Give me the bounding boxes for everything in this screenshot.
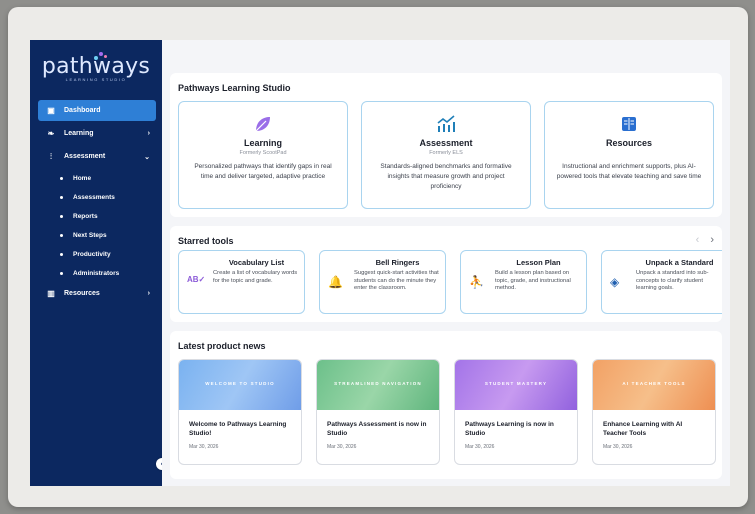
tool-card-unpack-a-standard[interactable]: Unpack a Standard ◈ Unpack a standard in…: [601, 250, 722, 314]
studio-panel: Pathways Learning Studio Learning Former…: [170, 73, 722, 217]
brand-logo[interactable]: pathways LEARNING STUDIO: [30, 48, 162, 82]
news-banner-image: WELCOME TO STUDIO: [179, 360, 301, 410]
news-banner-text: STREAMLINED NAVIGATION: [334, 381, 422, 386]
resources-card[interactable]: Resources Instructional and enrichment s…: [544, 101, 714, 209]
news-banner-text: WELCOME TO STUDIO: [205, 381, 275, 386]
news-date: Mar 30, 2026: [465, 444, 495, 450]
tool-description: Build a lesson plan based on topic, grad…: [495, 270, 571, 291]
sidebar: pathways LEARNING STUDIO ▣ Dashboard ❧ L…: [30, 40, 162, 486]
tool-card-vocabulary-list[interactable]: Vocabulary List AB✓ Create a list of voc…: [178, 250, 305, 314]
sidebar-item-assessment[interactable]: ⫶ Assessment ⌄: [38, 146, 156, 167]
news-card[interactable]: STUDENT MASTERY Pathways Learning is now…: [454, 359, 578, 465]
news-card[interactable]: WELCOME TO STUDIO Welcome to Pathways Le…: [178, 359, 302, 465]
bullet-icon: [60, 253, 63, 256]
tool-description: Create a list of vocabulary words for th…: [213, 270, 298, 284]
news-title: Welcome to Pathways Learning Studio!: [189, 421, 287, 437]
sidebar-item-label: Assessment: [64, 153, 106, 160]
bell-icon: 🔔: [328, 275, 343, 289]
news-banner-image: STREAMLINED NAVIGATION: [317, 360, 439, 410]
card-title: Resources: [605, 138, 653, 148]
sidebar-subitem-label: Home: [73, 175, 92, 182]
bullet-icon: [60, 215, 63, 218]
sidebar-item-label: Resources: [64, 290, 100, 297]
sidebar-item-resources[interactable]: ▥ Resources ›: [38, 283, 156, 304]
bullet-icon: [60, 272, 63, 275]
sidebar-subitem-reports[interactable]: Reports: [38, 207, 156, 226]
sidebar-subitem-label: Administrators: [73, 270, 120, 277]
learning-card[interactable]: Learning Formerly ScootPad Personalized …: [178, 101, 348, 209]
tool-description: Suggest quick-start activities that stud…: [354, 270, 439, 291]
section-title: Latest product news: [178, 341, 266, 351]
tool-card-bell-ringers[interactable]: Bell Ringers 🔔 Suggest quick-start activ…: [319, 250, 446, 314]
box-icon: ◈: [610, 275, 620, 289]
carousel-controls: ‹ ›: [688, 234, 714, 246]
card-subtitle: Formerly ScootPad: [239, 150, 287, 156]
vocabulary-icon: AB✓: [187, 275, 206, 284]
chart-icon: [362, 114, 530, 136]
bullet-icon: [60, 196, 63, 199]
section-title: Pathways Learning Studio: [178, 83, 291, 93]
teacher-icon: ⛹: [469, 275, 484, 289]
tool-title: Lesson Plan: [516, 258, 561, 267]
book-icon: [545, 114, 713, 136]
sidebar-item-dashboard[interactable]: ▣ Dashboard: [38, 100, 156, 121]
chevron-right-icon[interactable]: ›: [710, 234, 714, 246]
tool-description: Unpack a standard into sub-concepts to c…: [636, 270, 709, 291]
news-title: Enhance Learning with AI Teacher Tools: [603, 421, 683, 437]
chevron-right-icon: ›: [147, 290, 150, 297]
tool-title: Unpack a Standard: [645, 258, 714, 267]
section-title: Starred tools: [178, 236, 234, 246]
leaf-icon: ❧: [47, 129, 55, 138]
starred-tools-panel: Starred tools ‹ › Vocabulary List AB✓ Cr…: [170, 226, 722, 322]
sidebar-subitem-productivity[interactable]: Productivity: [38, 245, 156, 264]
sidebar-subitem-label: Reports: [73, 213, 98, 220]
dashboard-icon: ▣: [47, 106, 55, 115]
sidebar-item-learning[interactable]: ❧ Learning ›: [38, 123, 156, 144]
leaf-icon: [179, 114, 347, 136]
sidebar-subitem-assessments[interactable]: Assessments: [38, 188, 156, 207]
book-icon: ▥: [47, 289, 55, 298]
sidebar-nav: ▣ Dashboard ❧ Learning › ⫶ Assessment ⌄ …: [38, 100, 156, 306]
news-card[interactable]: AI TEACHER TOOLS Enhance Learning with A…: [592, 359, 716, 465]
main-content: Pathways Learning Studio Learning Former…: [162, 40, 730, 486]
news-banner-image: STUDENT MASTERY: [455, 360, 577, 410]
news-banner-image: AI TEACHER TOOLS: [593, 360, 715, 410]
bullet-icon: [60, 234, 63, 237]
card-title: Assessment: [419, 138, 473, 148]
chevron-down-icon: ⌄: [144, 153, 150, 161]
app-window: pathways LEARNING STUDIO ▣ Dashboard ❧ L…: [30, 40, 730, 486]
product-news-panel: Latest product news WELCOME TO STUDIO We…: [170, 331, 722, 479]
chart-icon: ⫶: [50, 151, 52, 161]
sidebar-subitem-administrators[interactable]: Administrators: [38, 264, 156, 283]
news-date: Mar 30, 2026: [189, 444, 219, 450]
sidebar-subitem-home[interactable]: Home: [38, 169, 156, 188]
sidebar-subitem-label: Assessments: [73, 194, 115, 201]
tool-title: Vocabulary List: [228, 258, 285, 267]
sidebar-subitem-label: Next Steps: [73, 232, 107, 239]
sidebar-item-label: Learning: [64, 130, 94, 137]
card-subtitle: Formerly ELS: [429, 150, 463, 156]
card-description: Personalized pathways that identify gaps…: [194, 163, 332, 180]
news-date: Mar 30, 2026: [327, 444, 357, 450]
bullet-icon: [60, 177, 63, 180]
sidebar-item-label: Dashboard: [64, 107, 101, 114]
card-subtitle: [545, 150, 713, 157]
card-description: Instructional and enrichment supports, p…: [556, 163, 702, 180]
chevron-left-icon[interactable]: ‹: [696, 234, 700, 246]
tool-card-lesson-plan[interactable]: Lesson Plan ⛹ Build a lesson plan based …: [460, 250, 587, 314]
assessment-card[interactable]: Assessment Formerly ELS Standards-aligne…: [361, 101, 531, 209]
sidebar-subitem-next-steps[interactable]: Next Steps: [38, 226, 156, 245]
news-title: Pathways Learning is now in Studio: [465, 421, 554, 437]
card-title: Learning: [243, 138, 282, 148]
sidebar-subitem-label: Productivity: [73, 251, 111, 258]
news-card[interactable]: STREAMLINED NAVIGATION Pathways Assessme…: [316, 359, 440, 465]
news-banner-text: STUDENT MASTERY: [484, 381, 548, 386]
news-title: Pathways Assessment is now in Studio: [327, 421, 427, 437]
tool-title: Bell Ringers: [375, 258, 420, 267]
chevron-right-icon: ›: [147, 130, 150, 137]
news-date: Mar 30, 2026: [603, 444, 633, 450]
card-description: Standards-aligned benchmarks and formati…: [380, 163, 512, 190]
news-banner-text: AI TEACHER TOOLS: [622, 381, 686, 386]
